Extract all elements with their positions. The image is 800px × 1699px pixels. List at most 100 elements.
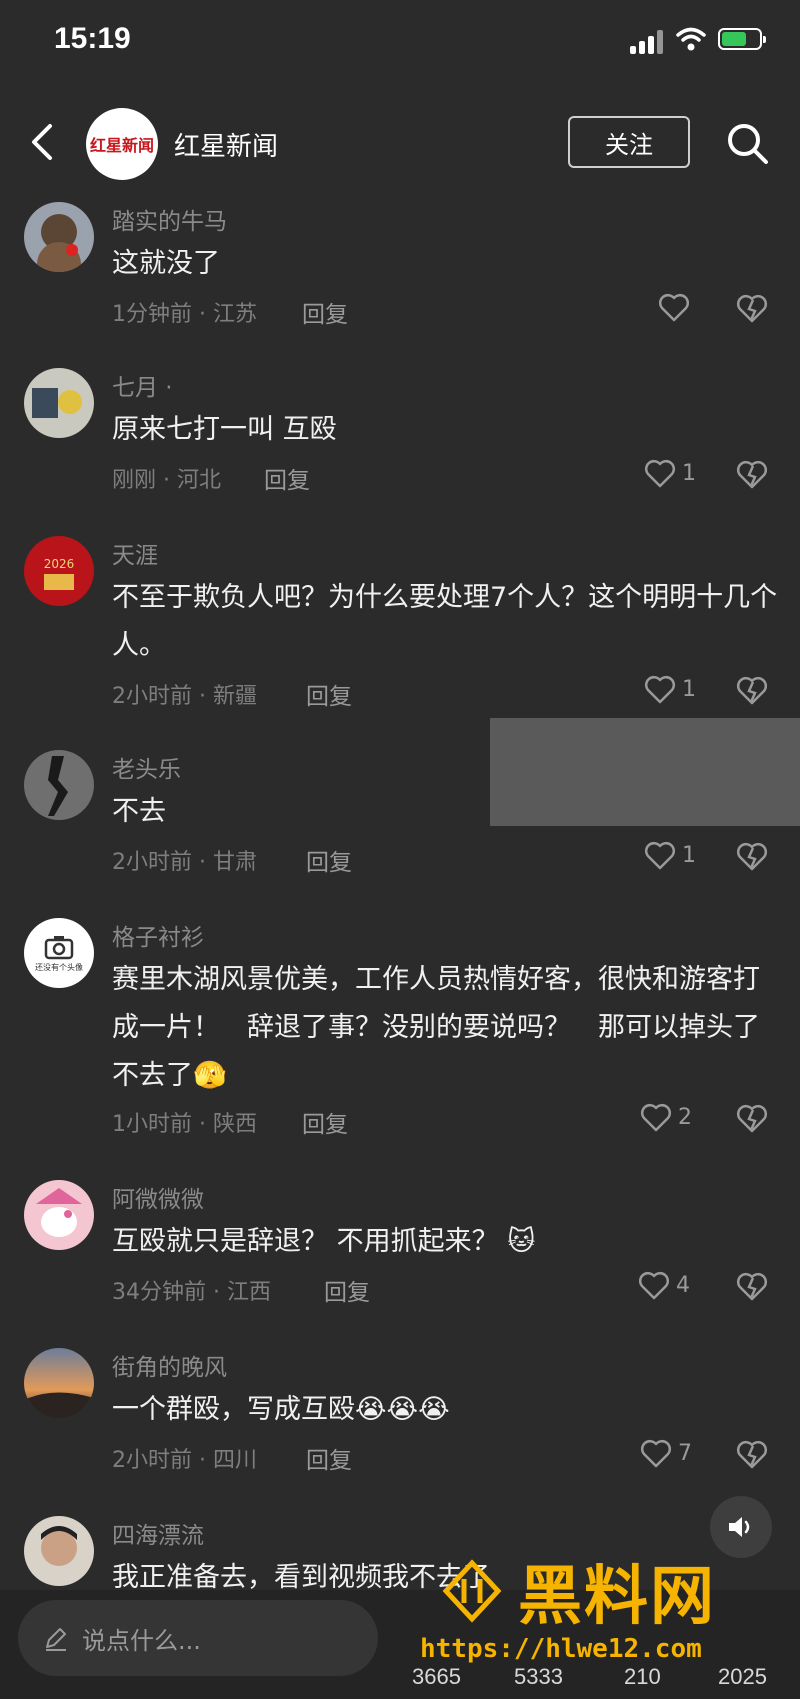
comment-item: 阿微微微 互殴就只是辞退？ 不用抓起来？ 🐱 34分钟前 · 江西 回复 4: [0, 1170, 800, 1338]
avatar[interactable]: [24, 750, 94, 820]
avatar[interactable]: [24, 1516, 94, 1586]
battery-icon: [718, 28, 766, 50]
dislike-icon[interactable]: [736, 840, 768, 872]
dislike-icon[interactable]: [736, 292, 768, 324]
emoji: 🐱: [507, 1226, 536, 1257]
comment-list[interactable]: 踏实的牛马 这就没了 1分钟前 · 江苏 回复 七月 · 原来七打一叫 互殴 刚…: [0, 192, 800, 1590]
like-count: 1: [682, 842, 696, 868]
reply-button[interactable]: 回复: [302, 1105, 348, 1139]
watermark-logo: 黑料网: [440, 1552, 770, 1634]
heart-icon: [644, 459, 676, 488]
like-count: 1: [682, 676, 696, 702]
heart-icon: [658, 293, 690, 322]
channel-name[interactable]: 红星新闻: [174, 126, 278, 163]
signal-icon: [630, 30, 670, 54]
reply-button[interactable]: 回复: [264, 461, 310, 495]
avatar[interactable]: [24, 202, 94, 272]
channel-header: 红星新闻 红星新闻 关注: [0, 96, 800, 192]
status-bar: 15:19: [0, 0, 800, 88]
speaker-icon: [729, 1517, 750, 1537]
like-button[interactable]: 4: [638, 1270, 690, 1300]
status-time: 15:19: [54, 22, 131, 55]
share-total[interactable]: 2025: [718, 1664, 767, 1690]
dislike-icon[interactable]: [736, 1438, 768, 1470]
emoji: 😭😭😭: [355, 1394, 450, 1425]
comment-username[interactable]: 老头乐: [112, 750, 181, 784]
avatar[interactable]: [24, 368, 94, 438]
like-button[interactable]: [658, 292, 696, 322]
comment-meta: 34分钟前 · 江西: [112, 1280, 271, 1305]
emoji: 🫣: [193, 1060, 227, 1091]
comment-item: 七月 · 原来七打一叫 互殴 刚刚 · 河北 回复 1: [0, 358, 800, 526]
comment-username[interactable]: 七月 ·: [112, 368, 173, 402]
like-total[interactable]: 3665: [412, 1664, 461, 1690]
dislike-icon[interactable]: [736, 674, 768, 706]
comment-text: 赛里木湖风景优美，工作人员热情好客，很快和游客打成一片！ 辞退了事？没别的要说吗…: [112, 956, 782, 1100]
heart-icon: [644, 841, 676, 870]
comment-username[interactable]: 街角的晚风: [112, 1348, 227, 1382]
comment-username[interactable]: 四海漂流: [112, 1516, 204, 1550]
avatar[interactable]: [24, 1180, 94, 1250]
comment-username[interactable]: 踏实的牛马: [112, 202, 227, 236]
dislike-icon[interactable]: [736, 1270, 768, 1302]
reply-button[interactable]: 回复: [324, 1273, 370, 1307]
avatar[interactable]: 还没有个头像: [24, 918, 94, 988]
like-button[interactable]: 2: [640, 1102, 692, 1132]
back-arrow-icon[interactable]: [24, 120, 64, 164]
heart-icon: [640, 1439, 672, 1468]
heart-icon: [640, 1103, 672, 1132]
comment-item: 2026 天涯 不至于欺负人吧？为什么要处理7个人？这个明明十几个人。 2小时前…: [0, 526, 800, 740]
comment-text: 原来七打一叫 互殴: [112, 414, 337, 445]
comment-text: 不至于欺负人吧？为什么要处理7个人？这个明明十几个人。: [112, 582, 778, 661]
comment-item: 踏实的牛马 这就没了 1分钟前 · 江苏 回复: [0, 192, 800, 358]
reply-button[interactable]: 回复: [302, 295, 348, 329]
reply-button[interactable]: 回复: [306, 843, 352, 877]
like-button[interactable]: 7: [640, 1438, 692, 1468]
like-button[interactable]: 1: [644, 674, 696, 704]
comment-text: 互殴就只是辞退？ 不用抓起来？ 🐱: [112, 1218, 782, 1266]
favorite-total[interactable]: 210: [624, 1664, 661, 1690]
comment-meta: 刚刚 · 河北: [112, 468, 221, 493]
comment-text: 一个群殴，写成互殴😭😭😭: [112, 1386, 782, 1434]
comment-meta: 1小时前 · 陕西: [112, 1112, 257, 1137]
avatar[interactable]: [24, 1348, 94, 1418]
follow-button[interactable]: 关注: [568, 116, 690, 168]
volume-button[interactable]: [710, 1496, 772, 1558]
comment-meta: 2小时前 · 新疆: [112, 684, 257, 709]
comment-input-placeholder: 说点什么...: [82, 1626, 201, 1655]
dislike-icon[interactable]: [736, 458, 768, 490]
comment-total[interactable]: 5333: [514, 1664, 563, 1690]
reply-button[interactable]: 回复: [306, 1441, 352, 1475]
like-count: 7: [678, 1440, 692, 1466]
reply-button[interactable]: 回复: [306, 677, 352, 711]
wifi-icon: [676, 27, 706, 51]
watermark-url: https://hlwe12.com: [420, 1634, 702, 1664]
pencil-icon: [46, 1628, 66, 1651]
channel-logo[interactable]: 红星新闻: [86, 108, 158, 180]
dislike-icon[interactable]: [736, 1102, 768, 1134]
comment-meta: 2小时前 · 四川: [112, 1448, 257, 1473]
like-button[interactable]: 1: [644, 458, 696, 488]
comment-text: 这就没了: [112, 248, 220, 279]
comment-meta: 2小时前 · 甘肃: [112, 850, 257, 875]
comment-username[interactable]: 格子衬衫: [112, 918, 204, 952]
svg-text:2026: 2026: [44, 557, 75, 571]
comment-input[interactable]: 说点什么...: [18, 1600, 378, 1676]
avatar[interactable]: 2026: [24, 536, 94, 606]
heart-icon: [644, 675, 676, 704]
comment-username[interactable]: 天涯: [112, 536, 158, 570]
comment-username[interactable]: 阿微微微: [112, 1180, 204, 1214]
search-icon[interactable]: [724, 120, 772, 168]
camera-icon: [44, 935, 74, 959]
like-button[interactable]: 1: [644, 840, 696, 870]
watermark-brand: 黑料网: [518, 1560, 716, 1634]
avatar-placeholder-text: 还没有个头像: [35, 962, 83, 972]
like-count: 4: [676, 1272, 690, 1298]
comment-item: 还没有个头像 格子衬衫 赛里木湖风景优美，工作人员热情好客，很快和游客打成一片！…: [0, 908, 800, 1170]
comment-item: 街角的晚风 一个群殴，写成互殴😭😭😭 2小时前 · 四川 回复 7: [0, 1338, 800, 1506]
heart-icon: [638, 1271, 670, 1300]
like-count: 1: [682, 460, 696, 486]
comment-meta: 1分钟前 · 江苏: [112, 302, 257, 327]
like-count: 2: [678, 1104, 692, 1130]
comment-text-body: 一个群殴，写成互殴: [112, 1394, 355, 1425]
